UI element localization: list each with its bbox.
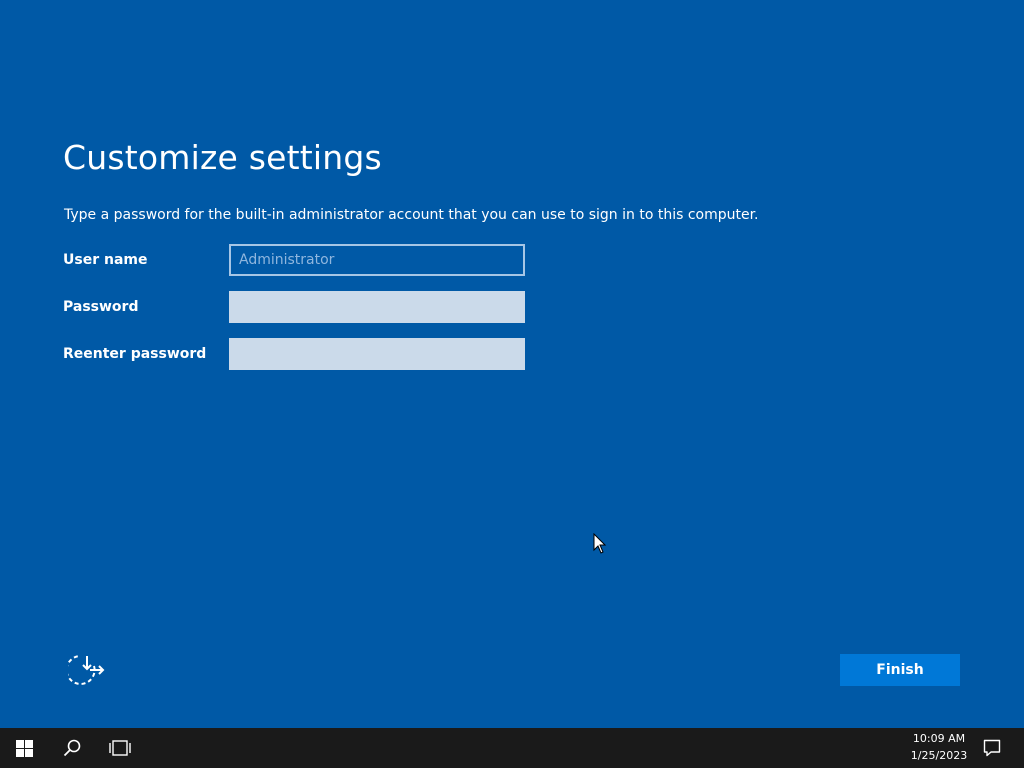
reenter-password-input[interactable] [229,338,525,370]
windows-start-icon [15,739,33,757]
task-view-button[interactable] [96,728,144,768]
ease-of-access-icon [65,655,105,685]
taskbar: 10:09 AM 1/25/2023 [0,728,1024,768]
mouse-cursor-icon [593,533,607,554]
task-view-icon [109,740,131,756]
search-icon [63,739,81,757]
password-input[interactable] [229,291,525,323]
setup-screen: Customize settings Type a password for t… [0,0,1024,728]
notification-button[interactable] [968,728,1016,768]
page-title: Customize settings [63,138,382,177]
instruction-text: Type a password for the built-in adminis… [64,207,759,223]
username-input[interactable] [229,244,525,276]
ease-of-access-button[interactable] [65,652,108,688]
username-label: User name [63,252,148,268]
search-button[interactable] [48,728,96,768]
password-label: Password [63,299,139,315]
notification-icon [983,739,1001,757]
start-button[interactable] [0,728,48,768]
finish-button[interactable]: Finish [840,654,960,686]
reenter-password-label: Reenter password [63,346,207,362]
